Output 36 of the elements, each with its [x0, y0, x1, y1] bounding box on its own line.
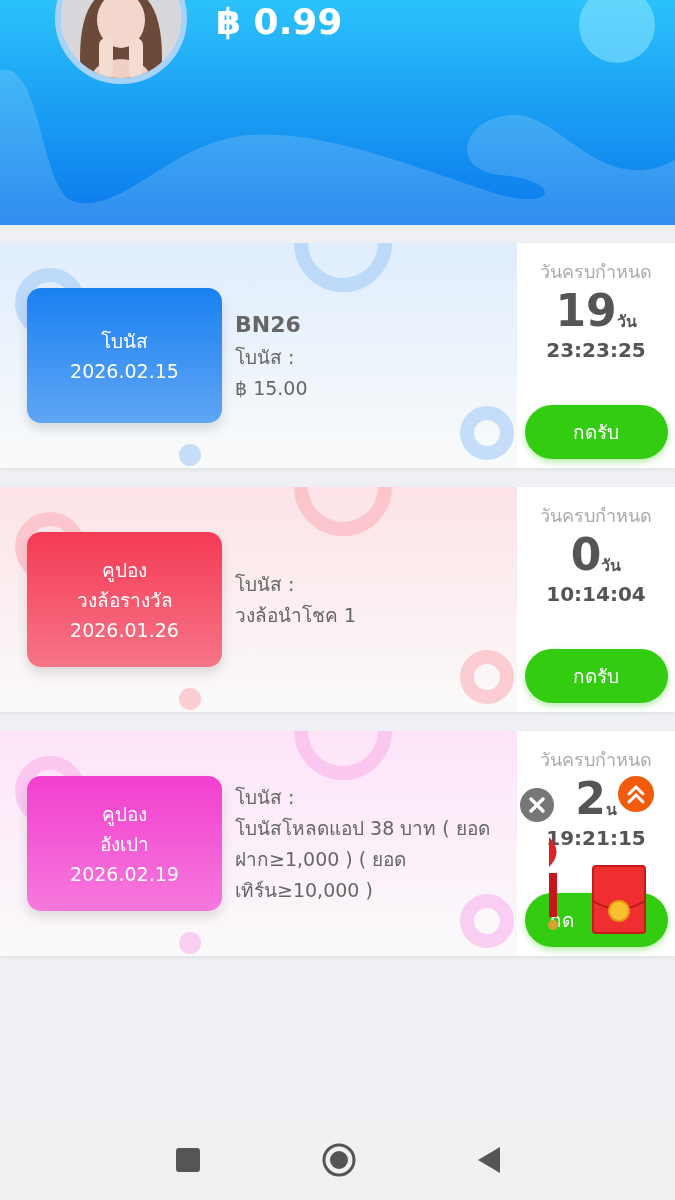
- close-icon[interactable]: [519, 787, 555, 823]
- countdown-time: 23:23:25: [546, 337, 646, 364]
- home-icon[interactable]: [320, 1142, 357, 1178]
- badge-text: 2026.02.19: [70, 861, 179, 887]
- badge-text: 2026.01.26: [70, 617, 179, 643]
- days-count: 0: [570, 531, 602, 579]
- bonus-label: โบนัส :: [235, 784, 296, 810]
- badge-text: วงล้อรางวัล: [76, 587, 173, 613]
- badge-text: 2026.02.15: [70, 358, 179, 384]
- bonus-label: โบนัส :: [235, 344, 296, 370]
- recent-apps-icon[interactable]: [174, 1147, 201, 1173]
- claim-button[interactable]: กดรับ: [524, 649, 668, 703]
- days-count: 19: [555, 287, 617, 335]
- countdown-time: 19:21:15: [546, 825, 646, 852]
- badge-text: โบนัส: [101, 328, 148, 354]
- balance-amount: ฿ 0.99: [216, 0, 343, 44]
- deadline-label: วันครบกำหนด: [540, 260, 652, 284]
- bonus-code: BN26: [235, 310, 302, 339]
- bonus-label: โบนัส :: [235, 571, 296, 597]
- claim-button[interactable]: กดรับ: [524, 405, 668, 459]
- envelope-icon[interactable]: [592, 865, 646, 934]
- bonus-value: วงล้อนำโชค 1: [235, 602, 358, 628]
- days-unit: วัน: [616, 312, 637, 333]
- days-unit: วัน: [601, 556, 622, 577]
- badge-text: คูปอง: [102, 557, 147, 584]
- badge-text: คูปอง: [102, 801, 147, 828]
- deadline-label: วันครบกำหนด: [540, 504, 652, 528]
- badge-text: อังเปา: [100, 831, 149, 857]
- countdown-time: 10:14:04: [546, 581, 646, 608]
- days-unit: น: [605, 800, 617, 821]
- bonus-value: ฿ 15.00: [235, 375, 309, 401]
- deadline-label: วันครบกำหนด: [540, 748, 652, 772]
- bonus-value: โบนัสโหลดแอป 38 บาท ( ยอดฝาก≥1,000 ) ( ยอดเทิร์น≥10,000 ): [235, 815, 490, 903]
- days-count: 2: [575, 775, 606, 823]
- back-icon[interactable]: [476, 1146, 501, 1174]
- chevron-up-icon[interactable]: [617, 775, 655, 813]
